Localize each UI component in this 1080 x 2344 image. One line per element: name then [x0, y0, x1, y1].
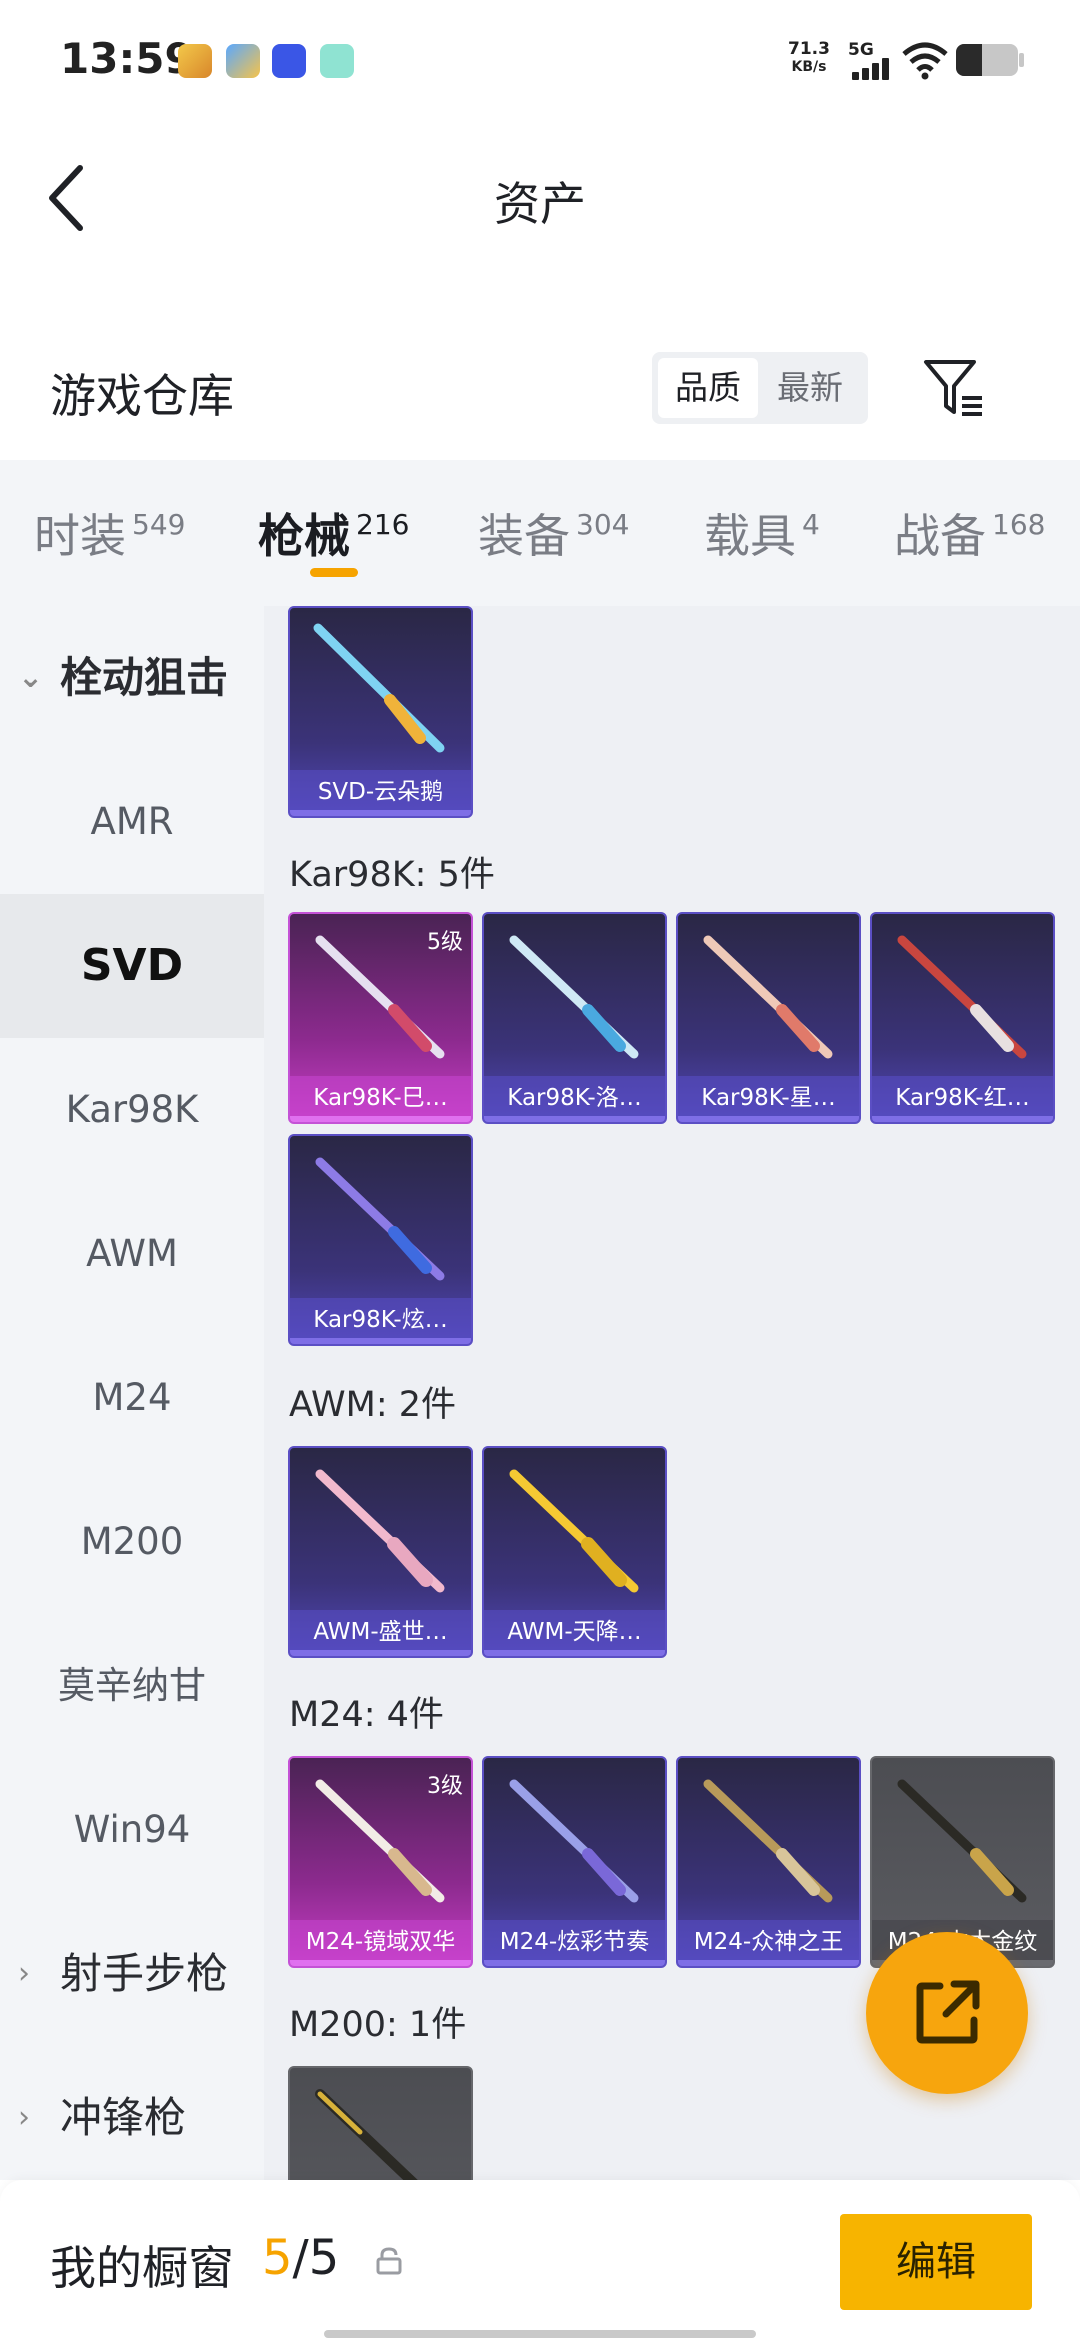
rifle-skin-icon: [703, 1779, 833, 1903]
rifle-skin-icon: [315, 1157, 445, 1281]
game-app-icon: [178, 44, 212, 78]
wifi-icon: [902, 42, 948, 80]
clock: 13:59: [60, 34, 194, 83]
group-header: AWM: 2件: [289, 1385, 457, 1425]
sidebar-item-awm[interactable]: AWM: [0, 1182, 264, 1326]
sidebar-group-marksman[interactable]: › 射手步枪: [0, 1902, 264, 2046]
tab-equipment[interactable]: 装备 304: [478, 500, 629, 566]
filter-icon[interactable]: [920, 356, 986, 422]
rifle-skin-icon: [509, 1469, 639, 1593]
cloud-app-icon: [226, 44, 260, 78]
showcase-bar: 我的橱窗 5/5 编辑: [0, 2180, 1080, 2344]
group-header: Kar98K: 5件: [289, 855, 495, 895]
rifle-skin-icon: [897, 935, 1027, 1059]
message-app-icon: [320, 44, 354, 78]
chevron-right-icon: ›: [18, 1956, 30, 1991]
edit-button[interactable]: 编辑: [840, 2214, 1032, 2310]
chevron-down-icon: ⌄: [18, 660, 44, 695]
rifle-skin-icon: [315, 1469, 445, 1593]
signal-icon: [852, 58, 894, 80]
sort-latest-button[interactable]: 最新: [760, 358, 860, 418]
item-card[interactable]: Kar98K-炫…: [288, 1134, 473, 1346]
status-bar: 13:59 71.3 KB/s 5G: [0, 0, 1080, 120]
lock-icon: [376, 2247, 402, 2275]
net-speed: 71.3 KB/s: [788, 39, 830, 75]
active-tab-indicator: [310, 568, 358, 577]
sidebar-item-mosin[interactable]: 莫辛纳甘: [0, 1614, 264, 1758]
battery-tip: [1019, 53, 1024, 67]
tab-fashion[interactable]: 时装 549: [34, 500, 185, 566]
share-export-button[interactable]: [866, 1932, 1028, 2094]
item-card[interactable]: [288, 2066, 473, 2180]
sidebar-item-kar98k[interactable]: Kar98K: [0, 1038, 264, 1182]
sidebar-item-m200[interactable]: M200: [0, 1470, 264, 1614]
item-card[interactable]: Kar98K-星…: [676, 912, 861, 1124]
share-export-icon: [916, 1980, 980, 2044]
battery-icon: [956, 44, 1018, 76]
item-card[interactable]: 5级 Kar98K-巳…: [288, 912, 473, 1124]
item-card[interactable]: Kar98K-洛…: [482, 912, 667, 1124]
showcase-label: 我的橱窗: [50, 2241, 234, 2295]
weapon-type-sidebar: ⌄ 栓动狙击 AMR SVD Kar98K AWM M24 M200 莫辛纳甘 …: [0, 606, 264, 2180]
rifle-skin-icon: [509, 935, 639, 1059]
tab-vehicles[interactable]: 载具 4: [704, 500, 820, 566]
sidebar-item-m24[interactable]: M24: [0, 1326, 264, 1470]
rifle-skin-icon: [897, 1779, 1027, 1903]
page-title: 资产: [494, 177, 586, 231]
showcase-counter: 5/5: [262, 2230, 340, 2286]
category-tabs: 时装 549 枪械 216 装备 304 载具 4 战备 168: [0, 460, 1080, 606]
item-card[interactable]: 3级 M24-镜域双华: [288, 1756, 473, 1968]
rifle-skin-icon: [313, 623, 445, 753]
section-title: 游戏仓库: [50, 369, 234, 423]
rifle-skin-icon: [703, 935, 833, 1059]
group-header: M200: 1件: [289, 2005, 467, 2045]
sidebar-item-win94[interactable]: Win94: [0, 1758, 264, 1902]
sort-toggle: 品质 最新: [652, 352, 868, 424]
item-card[interactable]: AWM-盛世…: [288, 1446, 473, 1658]
tab-guns[interactable]: 枪械 216: [258, 500, 409, 566]
rifle-skin-icon: [509, 1779, 639, 1903]
vivo-app-icon: [272, 44, 306, 78]
network-type: 5G: [848, 40, 874, 60]
chevron-right-icon: ›: [18, 2100, 30, 2135]
sidebar-item-svd[interactable]: SVD: [0, 894, 264, 1038]
rifle-skin-icon: [315, 2089, 418, 2180]
tab-gear[interactable]: 战备 168: [894, 500, 1045, 566]
item-card[interactable]: M24-众神之王: [676, 1756, 861, 1968]
sidebar-item-amr[interactable]: AMR: [0, 750, 264, 894]
item-card[interactable]: SVD-云朵鹅: [288, 606, 473, 818]
sidebar-group-bolt-action[interactable]: ⌄ 栓动狙击: [0, 606, 264, 750]
group-header: M24: 4件: [289, 1695, 444, 1735]
item-card[interactable]: Kar98K-红…: [870, 912, 1055, 1124]
sort-quality-button[interactable]: 品质: [658, 358, 758, 418]
home-indicator[interactable]: [324, 2330, 756, 2338]
item-card[interactable]: M24-炫彩节奏: [482, 1756, 667, 1968]
item-card[interactable]: AWM-天降…: [482, 1446, 667, 1658]
sidebar-group-smg[interactable]: › 冲锋枪: [0, 2046, 264, 2180]
